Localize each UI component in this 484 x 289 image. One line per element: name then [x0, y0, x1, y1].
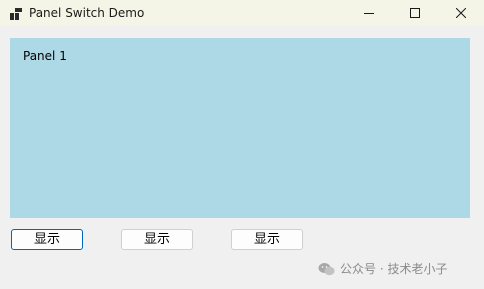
panel-1: Panel 1: [10, 38, 470, 218]
watermark-text: 公众号 · 技术老小子: [340, 262, 448, 276]
watermark: 公众号 · 技术老小子: [318, 261, 447, 277]
minimize-button[interactable]: [346, 0, 392, 26]
maximize-button[interactable]: [392, 0, 438, 26]
window-title: Panel Switch Demo: [29, 6, 145, 20]
show-button-3[interactable]: 显示: [231, 229, 303, 250]
close-icon: [456, 8, 466, 18]
show-button-2[interactable]: 显示: [121, 229, 193, 250]
app-icon: [10, 6, 23, 20]
panel-label: Panel 1: [23, 49, 67, 63]
minimize-icon: [364, 8, 374, 18]
wechat-icon: [318, 262, 335, 276]
show-button-1[interactable]: 显示: [11, 229, 83, 250]
maximize-icon: [410, 8, 420, 18]
title-bar: Panel Switch Demo: [0, 0, 484, 26]
close-button[interactable]: [438, 0, 484, 26]
